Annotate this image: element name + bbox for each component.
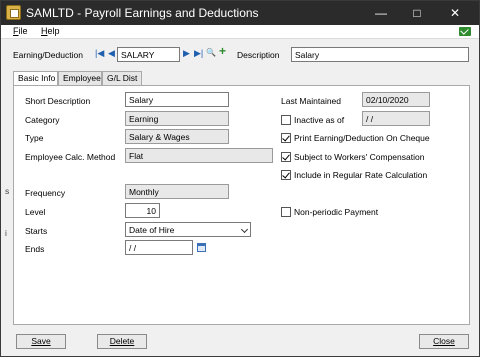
regular-rate-checkbox[interactable] [281, 170, 291, 180]
first-record-icon[interactable]: |◀ [95, 47, 104, 59]
calc-method-label: Employee Calc. Method [25, 152, 116, 162]
type-label: Type [25, 133, 44, 143]
tab-basic-info[interactable]: Basic Info [13, 71, 58, 86]
menu-file[interactable]: File [13, 26, 28, 36]
workers-comp-label: Subject to Workers' Compensation [294, 152, 425, 162]
close-button[interactable]: Close [419, 334, 469, 349]
description-label: Description [237, 50, 280, 60]
minimize-button[interactable]: — [367, 1, 395, 25]
level-input[interactable]: 10 [125, 203, 160, 218]
close-window-button[interactable]: ✕ [441, 1, 469, 25]
last-maintained-field: 02/10/2020 [362, 92, 430, 107]
menu-bar: File Help [1, 25, 479, 39]
next-record-icon[interactable]: ▶ [183, 47, 190, 59]
non-periodic-label: Non-periodic Payment [294, 207, 379, 217]
app-icon [6, 5, 21, 20]
delete-button[interactable]: Delete [97, 334, 147, 349]
short-description-input[interactable]: Salary [125, 92, 229, 107]
window-title: SAMLTD - Payroll Earnings and Deductions [26, 6, 259, 20]
frequency-field: Monthly [125, 184, 229, 199]
maximize-button[interactable]: □ [403, 1, 431, 25]
left-edge-mark: i [5, 228, 7, 238]
earning-deduction-label: Earning/Deduction [13, 50, 83, 60]
tab-employee[interactable]: Employee [58, 71, 102, 85]
inactive-checkbox[interactable] [281, 115, 291, 125]
starts-select[interactable]: Date of Hire [125, 222, 251, 237]
starts-selected-value: Date of Hire [129, 225, 175, 235]
inactive-date-field: / / [362, 111, 430, 126]
tab-gl-dist[interactable]: G/L Dist [102, 71, 142, 85]
description-input[interactable]: Salary [291, 47, 469, 62]
payroll-window: SAMLTD - Payroll Earnings and Deductions… [0, 0, 480, 357]
starts-label: Starts [25, 226, 48, 236]
last-record-icon[interactable]: ▶| [194, 47, 203, 59]
left-edge-mark: s [5, 186, 10, 196]
short-description-label: Short Description [25, 96, 91, 106]
save-button[interactable]: Save [16, 334, 66, 349]
regular-rate-label: Include in Regular Rate Calculation [294, 170, 428, 180]
calendar-icon[interactable] [197, 243, 206, 252]
print-on-cheque-label: Print Earning/Deduction On Cheque [294, 133, 430, 143]
frequency-label: Frequency [25, 188, 66, 198]
previous-record-icon[interactable]: ◀ [108, 47, 115, 59]
mail-icon[interactable] [459, 27, 471, 36]
last-maintained-label: Last Maintained [281, 96, 342, 106]
ends-label: Ends [25, 244, 45, 254]
menu-help[interactable]: Help [41, 26, 60, 36]
new-record-icon[interactable]: + [219, 45, 226, 57]
title-bar: SAMLTD - Payroll Earnings and Deductions… [1, 1, 479, 25]
calc-method-field: Flat [125, 148, 273, 163]
print-on-cheque-checkbox[interactable] [281, 133, 291, 143]
finder-icon[interactable]: 🔍 [206, 47, 216, 59]
workers-comp-checkbox[interactable] [281, 152, 291, 162]
level-label: Level [25, 207, 46, 217]
non-periodic-checkbox[interactable] [281, 207, 291, 217]
chevron-down-icon [240, 225, 249, 234]
earning-deduction-input[interactable]: SALARY [117, 47, 180, 62]
inactive-label: Inactive as of [294, 115, 345, 125]
ends-date-input[interactable]: / / [125, 240, 193, 255]
category-field: Earning [125, 111, 229, 126]
category-label: Category [25, 115, 60, 125]
type-field: Salary & Wages [125, 129, 229, 144]
